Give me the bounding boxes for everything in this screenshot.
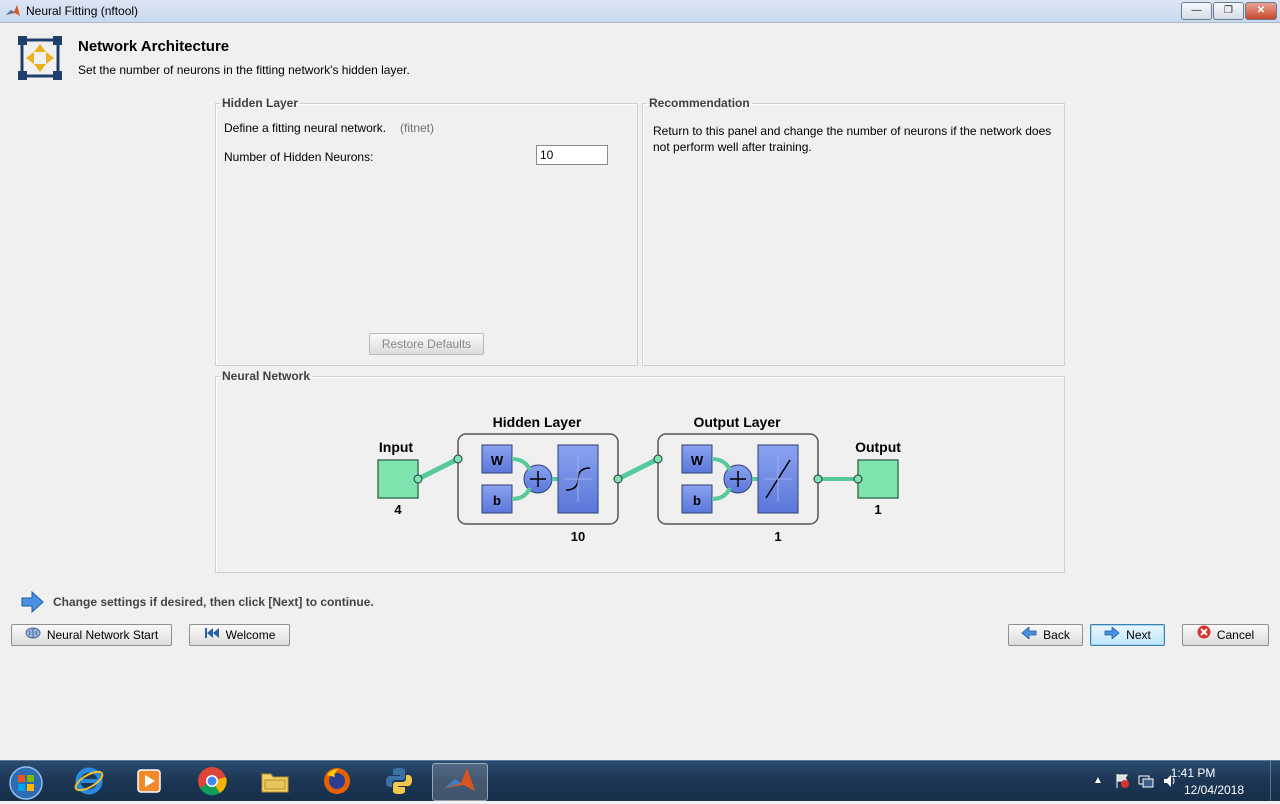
taskbar-media-player[interactable] xyxy=(122,765,176,799)
start-button[interactable] xyxy=(2,765,50,800)
taskbar-firefox[interactable] xyxy=(310,765,364,799)
hidden-layer-title: Hidden Layer xyxy=(493,414,582,430)
welcome-label: Welcome xyxy=(225,628,276,642)
neural-network-legend: Neural Network xyxy=(222,369,311,383)
back-button[interactable]: Back xyxy=(1008,624,1083,646)
output-label: Output xyxy=(855,439,901,455)
hidden-w-label: W xyxy=(491,453,504,468)
output-w-label: W xyxy=(691,453,704,468)
action-center-icon[interactable] xyxy=(1114,773,1130,792)
arrow-right-icon xyxy=(20,590,44,616)
back-label: Back xyxy=(1043,628,1070,642)
output-layer-size: 1 xyxy=(774,529,781,544)
matlab-icon xyxy=(5,3,21,22)
clock-date[interactable]: 12/04/2018 xyxy=(1174,783,1254,797)
arrow-left-icon xyxy=(1021,625,1037,646)
page-title: Network Architecture xyxy=(78,38,230,55)
page-subtitle: Set the number of neurons in the fitting… xyxy=(78,63,410,77)
recommendation-text: Return to this panel and change the numb… xyxy=(653,124,1052,154)
cancel-label: Cancel xyxy=(1216,628,1255,642)
media-player-icon xyxy=(133,769,165,800)
taskbar-file-explorer[interactable] xyxy=(248,765,302,799)
restore-defaults-button[interactable]: Restore Defaults xyxy=(369,333,484,355)
skip-back-icon xyxy=(204,625,220,646)
neural-network-start-button[interactable]: Neural Network Start xyxy=(11,624,172,646)
clock-time[interactable]: 1:41 PM xyxy=(1158,766,1228,780)
minimize-button[interactable]: — xyxy=(1181,2,1212,20)
internet-explorer-icon xyxy=(73,767,105,800)
show-hidden-icons[interactable]: ▲ xyxy=(1093,775,1103,786)
output-layer-title: Output Layer xyxy=(693,414,781,430)
window-title: Neural Fitting (nftool) xyxy=(26,4,139,18)
instruction-text: Change settings if desired, then click [… xyxy=(53,595,374,609)
chrome-icon xyxy=(196,767,228,800)
taskbar-chrome[interactable] xyxy=(185,765,239,799)
network-diagram: Input 4 Hidden Layer W b 10 Output Layer… xyxy=(377,414,901,544)
file-explorer-icon xyxy=(259,773,291,800)
input-size: 4 xyxy=(394,502,402,517)
input-label: Input xyxy=(379,439,414,455)
restore-button[interactable]: ❐ xyxy=(1213,2,1244,20)
python-icon xyxy=(383,768,415,800)
output-b-label: b xyxy=(693,493,701,508)
hidden-neurons-input[interactable] xyxy=(536,145,608,165)
hidden-b-label: b xyxy=(493,493,501,508)
cancel-icon xyxy=(1197,625,1211,646)
hidden-size: 10 xyxy=(571,529,585,544)
firefox-icon xyxy=(321,768,353,800)
recommendation-legend: Recommendation xyxy=(649,96,750,110)
matlab-icon xyxy=(443,768,477,801)
input-node xyxy=(377,459,419,499)
output-value: 1 xyxy=(874,502,881,517)
welcome-button[interactable]: Welcome xyxy=(189,624,290,646)
show-desktop-button[interactable] xyxy=(1270,761,1280,801)
taskbar: ▲ xyxy=(0,760,1280,801)
start-orb-icon xyxy=(8,766,44,804)
brain-icon xyxy=(25,625,41,646)
cancel-button[interactable]: Cancel xyxy=(1182,624,1269,646)
hidden-layer-legend: Hidden Layer xyxy=(222,96,299,110)
taskbar-python[interactable] xyxy=(372,765,426,799)
network-icon[interactable] xyxy=(1138,773,1154,792)
hidden-neurons-label: Number of Hidden Neurons: xyxy=(224,150,374,164)
fitnet-hint: (fitnet) xyxy=(400,121,435,135)
hidden-layer-panel: Hidden Layer xyxy=(215,96,638,366)
next-label: Next xyxy=(1126,628,1151,642)
close-button[interactable]: ✕ xyxy=(1245,2,1277,20)
arrow-right-icon xyxy=(1104,625,1120,646)
define-network-text: Define a fitting neural network. xyxy=(224,121,387,135)
output-node xyxy=(857,459,899,499)
taskbar-internet-explorer[interactable] xyxy=(62,765,116,799)
taskbar-matlab[interactable] xyxy=(432,763,488,801)
title-bar[interactable]: Neural Fitting (nftool) — ❐ ✕ xyxy=(0,0,1280,23)
next-button[interactable]: Next xyxy=(1090,624,1165,646)
network-architecture-icon xyxy=(18,36,62,83)
neural-network-start-label: Neural Network Start xyxy=(46,628,159,642)
